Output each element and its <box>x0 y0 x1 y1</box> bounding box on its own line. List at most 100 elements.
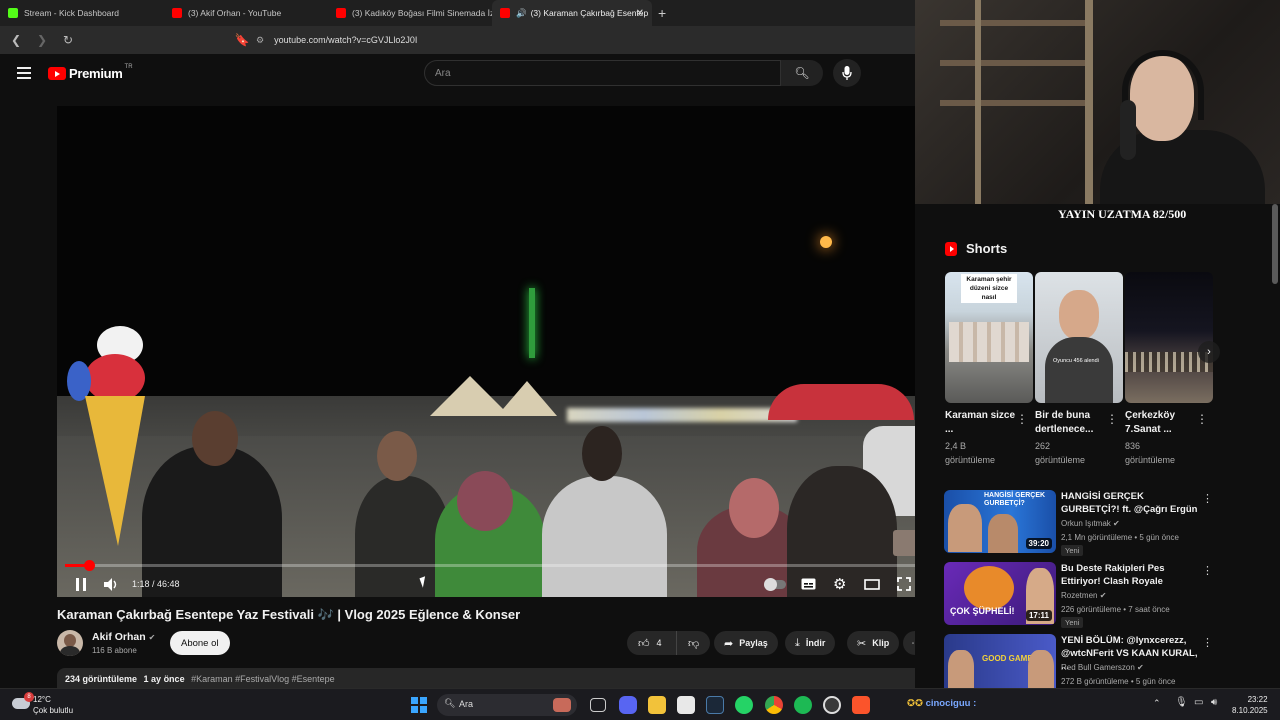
short-item[interactable]: Karaman şehir düzeni sizce nasıl Karaman… <box>945 272 1033 467</box>
subscriber-count: 116 B abone <box>92 646 137 655</box>
browser-tab-kadikoy[interactable]: (3) Kadıköy Boğası Filmi Sinemada İzl <box>328 0 492 26</box>
volume-icon <box>104 577 117 591</box>
more-options-icon[interactable]: ⋮ <box>1196 412 1208 426</box>
forward-icon[interactable]: ❯ <box>32 33 52 47</box>
search-icon: 🔍︎ <box>794 66 810 80</box>
progress-bar[interactable] <box>65 560 921 571</box>
download-button[interactable]: ⤓ İndir <box>785 631 836 655</box>
store-icon[interactable] <box>677 696 695 714</box>
brave-icon[interactable] <box>852 696 870 714</box>
more-options-icon[interactable]: ⋮ <box>1202 492 1213 505</box>
progress-scrubber[interactable] <box>84 560 95 571</box>
chat-username: cinociguu : <box>925 698 977 709</box>
browser-tab-karaman[interactable]: 🔊 (3) Karaman Çakırbağ Esentep ✕ <box>492 0 652 26</box>
sidebar-scrollbar[interactable] <box>1272 204 1278 284</box>
green-tower <box>529 288 535 358</box>
clock[interactable]: 23:22 8.10.2025 <box>1232 694 1268 716</box>
subtitles-button[interactable] <box>801 572 816 596</box>
theater-mode-button[interactable] <box>864 572 880 596</box>
youtube-logo[interactable]: Premium TR <box>48 64 133 81</box>
microphone-icon <box>842 66 852 80</box>
autoplay-toggle[interactable] <box>764 572 786 596</box>
share-label: Paylaş <box>739 638 768 648</box>
short-item[interactable]: Oyuncu 456 alendi Bir de buna dertlenece… <box>1035 272 1123 467</box>
person <box>948 504 982 552</box>
shelf <box>940 20 1090 26</box>
video-player[interactable]: 1:18 / 46:48 ⚙ <box>57 106 929 597</box>
file-explorer-icon[interactable] <box>648 696 666 714</box>
browser-tab-kick[interactable]: Stream - Kick Dashboard <box>0 0 164 26</box>
shelf <box>1085 0 1093 204</box>
time-display: 1:18 / 46:48 <box>132 579 180 589</box>
thumbs-down-icon: 👎︎ <box>688 637 700 650</box>
share-button[interactable]: ➦ Paylaş <box>714 631 778 655</box>
taskbar-search[interactable]: 🔍︎ Ara <box>437 694 577 716</box>
menu-icon[interactable] <box>17 67 31 79</box>
dislike-button[interactable]: 👎︎ <box>677 637 699 650</box>
microphone-tray-icon[interactable]: 🎙︎ <box>1175 697 1188 708</box>
speaker-icon: 🔊 <box>516 7 527 18</box>
obs-icon[interactable] <box>823 696 841 714</box>
site-info-icon[interactable]: ⚙ <box>256 35 264 46</box>
new-tab-icon[interactable]: + <box>658 5 666 21</box>
close-tab-icon[interactable]: ✕ <box>636 8 644 19</box>
shelf <box>940 100 1090 106</box>
short-views-label: görüntüleme <box>945 455 996 465</box>
thumbs-up-icon: 👍︎ <box>638 637 650 650</box>
clock-time: 23:22 <box>1247 695 1268 704</box>
bookmark-icon[interactable]: 🔖 <box>232 33 252 47</box>
browser-tab-bar: Stream - Kick Dashboard (3) Akif Orhan -… <box>0 0 915 26</box>
new-badge: Yeni <box>1061 617 1084 628</box>
chrome-icon[interactable] <box>765 696 783 714</box>
short-thumbnail <box>1125 272 1213 403</box>
recommended-video[interactable]: ÇOK ŞÜPHELİ! 17:11 Bu Deste Rakipleri Pe… <box>944 562 1224 628</box>
spotify-icon[interactable] <box>794 696 812 714</box>
more-options-icon[interactable]: ⋮ <box>1202 564 1213 577</box>
volume-button[interactable] <box>104 572 118 596</box>
more-options-icon[interactable]: ⋮ <box>1016 412 1028 426</box>
thumbnail-text: GOOD GAME <box>982 654 1033 663</box>
new-badge: Yeni <box>1061 545 1084 556</box>
short-views-label: görüntüleme <box>1035 455 1086 465</box>
recommended-video[interactable]: HANGİSİ GERÇEK GURBETÇİ? 39:20 HANGİSİ G… <box>944 490 1224 556</box>
settings-button[interactable]: ⚙ <box>833 572 846 596</box>
channel-name[interactable]: Akif Orhan ✔ <box>92 631 155 643</box>
browser-tab-akif[interactable]: (3) Akif Orhan - YouTube <box>164 0 328 26</box>
pause-button[interactable] <box>75 572 87 596</box>
youtube-icon <box>500 8 510 18</box>
video-title: Karaman Çakırbağ Esentepe Yaz Festivali … <box>57 607 521 622</box>
shorts-next-button[interactable]: › <box>1198 341 1220 363</box>
chevron-up-icon[interactable]: ⌃ <box>1153 698 1161 709</box>
search-button[interactable]: 🔍︎ <box>781 60 823 86</box>
steam-icon[interactable] <box>706 696 724 714</box>
windows-start-icon[interactable] <box>411 697 427 713</box>
like-button[interactable]: 👍︎ 4 <box>627 631 677 655</box>
search-highlight-icon <box>553 698 571 712</box>
clip-button[interactable]: ✂ Klip <box>847 631 900 655</box>
hashtags[interactable]: #Karaman #FestivalVlog #Esentepe <box>191 674 335 684</box>
shelf <box>975 0 981 204</box>
shelf <box>940 60 1090 66</box>
short-item[interactable]: Çerkezköy 7.Sanat ... 836 görüntüleme ⋮ <box>1125 272 1213 467</box>
volume-tray-icon[interactable]: 🔊︎ <box>1211 697 1217 708</box>
back-icon[interactable]: ❮ <box>6 33 26 47</box>
channel-name: Orkun Işıtmak ✔ <box>1061 519 1120 528</box>
reload-icon[interactable]: ↻ <box>58 33 78 47</box>
scissors-icon: ✂ <box>857 637 867 650</box>
clock-date: 8.10.2025 <box>1232 706 1268 715</box>
more-options-icon[interactable]: ⋮ <box>1202 636 1213 649</box>
shorts-title: Shorts <box>966 241 1008 256</box>
url-field[interactable]: ⚙ youtube.com/watch?v=cGVJLlo2J0I <box>256 30 911 50</box>
subscribe-button[interactable]: Abone ol <box>170 631 230 655</box>
more-options-icon[interactable]: ⋮ <box>1106 412 1118 426</box>
voice-search-button[interactable] <box>833 59 861 87</box>
fullscreen-button[interactable] <box>897 572 911 596</box>
task-view-icon[interactable] <box>590 698 606 712</box>
whatsapp-icon[interactable] <box>735 696 753 714</box>
description-box[interactable]: 234 görüntüleme 1 ay önce #Karaman #Fest… <box>57 668 929 690</box>
search-input[interactable]: Ara <box>424 60 781 86</box>
market-lights <box>567 408 797 422</box>
discord-icon[interactable] <box>619 696 637 714</box>
channel-avatar[interactable] <box>57 630 83 656</box>
network-icon[interactable]: ▭ <box>1194 697 1203 708</box>
